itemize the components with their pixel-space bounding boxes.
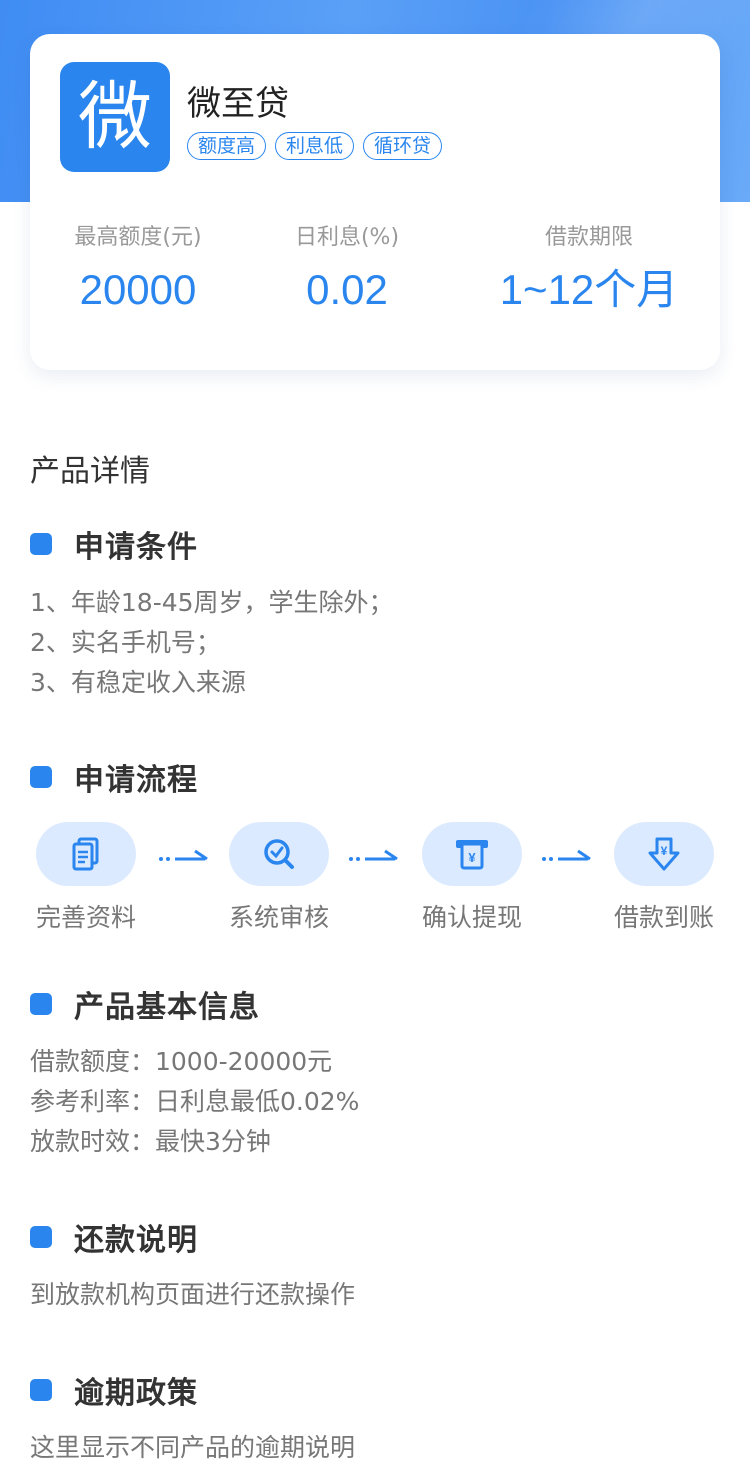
product-card: 微 微至贷 额度高 利息低 循环贷 最高额度(元) 20000 日利息(%) 0… <box>30 34 720 370</box>
process-step: 系统审核 <box>214 822 344 934</box>
process-step: 完善资料 <box>21 822 151 934</box>
condition-line: 2、实名手机号； <box>30 628 221 657</box>
stat-label: 最高额度(元) <box>74 225 202 250</box>
document-icon <box>72 837 99 871</box>
stat-value: 0.02 <box>306 266 388 313</box>
heading-text: 产品基本信息 <box>74 990 260 1025</box>
heading-repayment: 还款说明 <box>30 1215 198 1259</box>
condition-line: 3、有稳定收入来源 <box>30 668 246 697</box>
step-pill <box>36 822 136 886</box>
step-pill: ¥ <box>422 822 522 886</box>
heading-conditions: 申请条件 <box>30 522 198 566</box>
basic-info-list: 借款额度：1000-20000元 参考利率：日利息最低0.02% 放款时效：最快… <box>30 1042 359 1162</box>
repayment-text: 到放款机构页面进行还款操作 <box>30 1275 355 1315</box>
overdue-text: 这里显示不同产品的逾期说明 <box>30 1428 355 1468</box>
conditions-list: 1、年龄18-45周岁，学生除外； 2、实名手机号； 3、有稳定收入来源 <box>30 583 394 703</box>
bullet-square-icon <box>30 1226 52 1248</box>
section-title: 产品详情 <box>30 454 150 489</box>
stat-label: 借款期限 <box>544 225 633 250</box>
tag-badge: 循环贷 <box>363 132 443 160</box>
stat-max-amount: 最高额度(元) 20000 <box>68 224 208 318</box>
stat-loan-term: 借款期限 1~12个月 <box>494 224 684 318</box>
product-tags: 额度高 利息低 循环贷 <box>187 132 443 160</box>
heading-process: 申请流程 <box>30 755 198 799</box>
flow-arrow-icon <box>349 849 398 861</box>
magnifier-check-icon <box>264 839 294 869</box>
heading-overdue: 逾期政策 <box>30 1368 198 1412</box>
step-label: 完善资料 <box>35 903 136 932</box>
bullet-square-icon <box>30 1379 52 1401</box>
bullet-square-icon <box>30 533 52 555</box>
step-label: 确认提现 <box>421 903 522 932</box>
bullet-square-icon <box>30 993 52 1015</box>
product-name: 微至贷 <box>187 84 289 124</box>
overdue-line: 这里显示不同产品的逾期说明 <box>30 1433 356 1462</box>
product-stats: 最高额度(元) 20000 日利息(%) 0.02 借款期限 1~12个月 <box>30 224 720 334</box>
heading-text: 申请条件 <box>74 530 198 565</box>
heading-text: 申请流程 <box>74 763 198 798</box>
info-line: 参考利率：日利息最低0.02% <box>30 1087 360 1116</box>
flow-arrow-icon <box>159 849 208 861</box>
tag-badge: 额度高 <box>187 132 267 160</box>
process-step: ¥ 确认提现 <box>407 822 537 934</box>
info-line: 放款时效：最快3分钟 <box>30 1127 271 1156</box>
step-pill <box>229 822 329 886</box>
product-logo: 微 <box>60 62 170 172</box>
tag-badge: 利息低 <box>275 132 355 160</box>
info-line: 借款额度：1000-20000元 <box>30 1047 333 1076</box>
heading-basic-info: 产品基本信息 <box>30 982 260 1026</box>
svg-text:¥: ¥ <box>661 844 668 858</box>
stat-label: 日利息(%) <box>294 225 400 250</box>
svg-text:¥: ¥ <box>468 850 476 865</box>
heading-text: 逾期政策 <box>74 1376 198 1411</box>
stat-daily-interest: 日利息(%) 0.02 <box>282 224 412 318</box>
stat-value: 1~12个月 <box>499 266 679 313</box>
step-pill: ¥ <box>614 822 714 886</box>
step-label: 借款到账 <box>613 903 714 932</box>
arrival-down-icon: ¥ <box>648 837 680 871</box>
flow-arrow-icon <box>542 849 591 861</box>
bullet-square-icon <box>30 766 52 788</box>
process-step: ¥ 借款到账 <box>599 822 729 934</box>
heading-text: 还款说明 <box>74 1223 198 1258</box>
process-flow: 完善资料 系统审核 ¥ 确认提现 ¥ 借款到账 <box>0 822 750 942</box>
atm-withdraw-icon: ¥ <box>456 840 488 870</box>
condition-line: 1、年龄18-45周岁，学生除外； <box>30 588 394 617</box>
stat-value: 20000 <box>79 266 197 313</box>
repayment-line: 到放款机构页面进行还款操作 <box>30 1280 356 1309</box>
step-label: 系统审核 <box>228 903 329 932</box>
